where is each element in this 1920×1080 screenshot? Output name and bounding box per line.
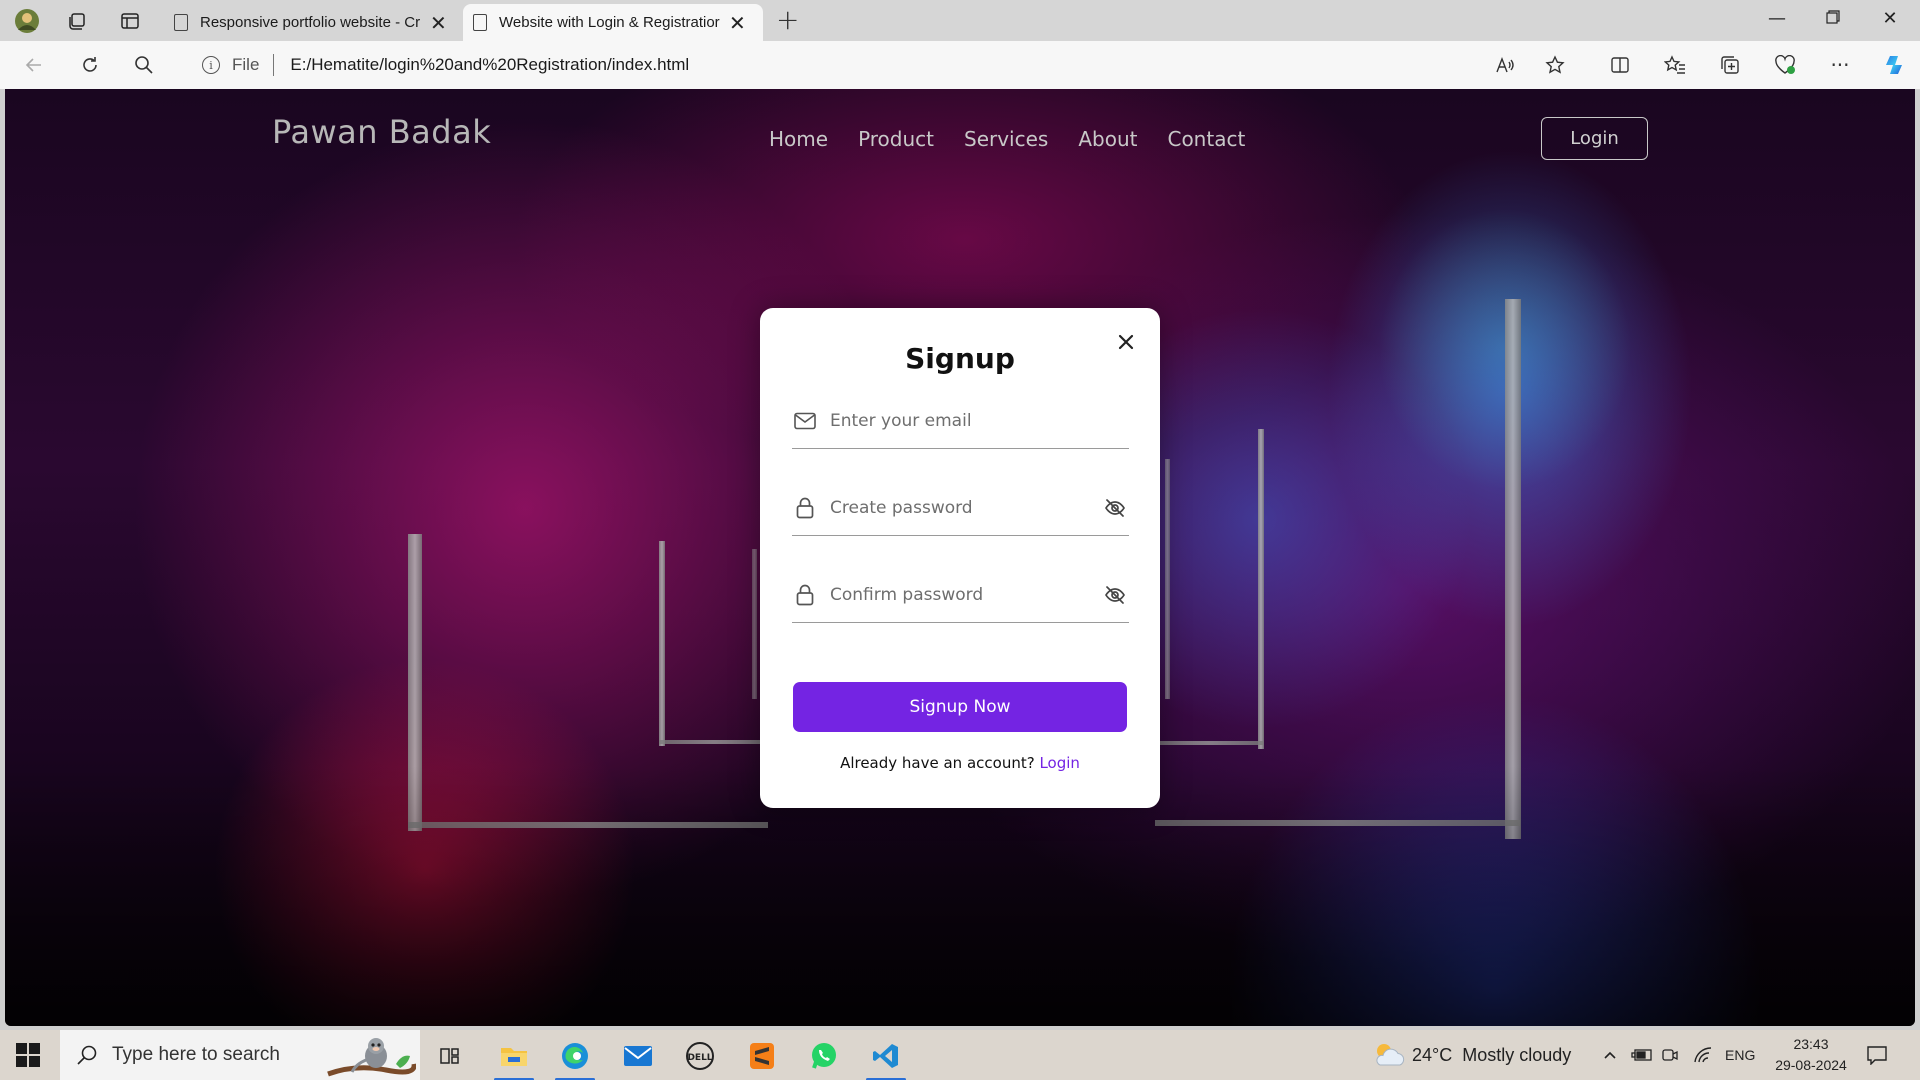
nav-link-home[interactable]: Home: [769, 127, 828, 151]
search-placeholder: Type here to search: [112, 1044, 280, 1065]
eye-slash-icon[interactable]: [1103, 583, 1127, 607]
nav-link-contact[interactable]: Contact: [1167, 127, 1245, 151]
show-hidden-icons[interactable]: [1602, 1030, 1618, 1080]
close-tab-icon[interactable]: ✕: [729, 11, 746, 35]
minimize-button[interactable]: —: [1757, 8, 1797, 29]
meet-now-icon[interactable]: [1661, 1030, 1679, 1080]
system-clock[interactable]: 23:43 29-08-2024: [1768, 1034, 1854, 1076]
dell-icon[interactable]: DELL: [676, 1035, 724, 1077]
lock-icon: [794, 497, 816, 519]
tab-login-registration[interactable]: Website with Login & Registratior ✕: [463, 4, 763, 41]
weather-condition: Mostly cloudy: [1462, 1044, 1572, 1065]
password-field: [792, 480, 1129, 536]
switch-to-login-link[interactable]: Login: [1039, 754, 1079, 772]
login-prompt: Already have an account? Login: [760, 754, 1160, 772]
sublime-text-icon[interactable]: [738, 1035, 786, 1077]
address-toolbar: i File E:/Hematite/login%20and%20Registr…: [0, 41, 1920, 89]
signup-now-button[interactable]: Signup Now: [793, 682, 1127, 732]
lock-icon: [794, 584, 816, 606]
browser-tab-bar: Responsive portfolio website - Cr ✕ Webs…: [0, 0, 1920, 41]
nav-link-about[interactable]: About: [1078, 127, 1137, 151]
page-viewport: Pawan Badak Home Product Services About …: [5, 89, 1915, 1026]
windows-start-icon[interactable]: [16, 1043, 40, 1067]
svg-text:DELL: DELL: [687, 1053, 712, 1063]
tab-title: Website with Login & Registratior: [499, 14, 720, 31]
task-view-icon[interactable]: [426, 1035, 474, 1077]
close-tab-icon[interactable]: ✕: [430, 11, 447, 35]
back-icon[interactable]: [20, 51, 48, 79]
notifications-icon[interactable]: [1866, 1030, 1888, 1080]
close-window-button[interactable]: ✕: [1870, 8, 1910, 29]
clock-time: 23:43: [1793, 1036, 1829, 1052]
site-nav: Home Product Services About Contact: [769, 127, 1275, 151]
battery-icon[interactable]: [1631, 1030, 1653, 1080]
envelope-icon: [794, 410, 816, 432]
confirm-password-field: [792, 567, 1129, 623]
search-icon: [77, 1045, 97, 1065]
site-info-icon[interactable]: i: [202, 56, 220, 74]
vscode-icon[interactable]: [862, 1035, 910, 1080]
mail-icon[interactable]: [614, 1035, 662, 1077]
create-password-input[interactable]: [830, 497, 1103, 518]
file-explorer-icon[interactable]: [490, 1035, 538, 1080]
whatsapp-icon[interactable]: [800, 1035, 848, 1077]
read-aloud-icon[interactable]: [1490, 51, 1520, 79]
search-icon[interactable]: [130, 51, 158, 79]
url-text[interactable]: E:/Hematite/login%20and%20Registration/i…: [290, 55, 689, 75]
page-icon: [174, 14, 188, 31]
close-modal-button[interactable]: [1112, 328, 1140, 356]
header-login-button[interactable]: Login: [1541, 117, 1648, 160]
confirm-password-input[interactable]: [830, 584, 1103, 605]
site-logo[interactable]: Pawan Badak: [272, 113, 491, 151]
partly-cloudy-icon: [1376, 1044, 1405, 1066]
collections-icon[interactable]: [1715, 51, 1745, 79]
page-icon: [473, 14, 487, 31]
search-highlight-illustration: [327, 1038, 416, 1077]
favorite-star-icon[interactable]: [1540, 51, 1570, 79]
copilot-icon[interactable]: [1880, 51, 1910, 79]
address-bar[interactable]: i File E:/Hematite/login%20and%20Registr…: [182, 46, 1582, 84]
divider: [273, 54, 275, 76]
clock-date: 29-08-2024: [1775, 1057, 1847, 1073]
restore-button[interactable]: [1813, 8, 1853, 29]
favorites-icon[interactable]: [1660, 51, 1690, 79]
email-field: [792, 393, 1129, 449]
profile-avatar-icon[interactable]: [14, 8, 40, 34]
windows-taskbar: Type here to search DELL 24°C Mostly clo…: [0, 1030, 1920, 1080]
signup-modal: Signup Si: [760, 308, 1160, 808]
wifi-icon[interactable]: [1693, 1030, 1713, 1080]
close-icon: [1118, 334, 1134, 350]
edge-browser-icon[interactable]: [551, 1035, 599, 1080]
tab-actions-icon[interactable]: [117, 8, 143, 34]
email-input[interactable]: [830, 410, 1129, 431]
tab-portfolio[interactable]: Responsive portfolio website - Cr ✕: [164, 4, 460, 41]
refresh-icon[interactable]: [76, 51, 104, 79]
eye-slash-icon[interactable]: [1103, 496, 1127, 520]
more-options-icon[interactable]: ···: [1825, 51, 1855, 79]
split-screen-icon[interactable]: [1605, 51, 1635, 79]
site-header: Pawan Badak Home Product Services About …: [5, 89, 1915, 179]
weather-temp: 24°C: [1412, 1044, 1453, 1065]
nav-link-product[interactable]: Product: [858, 127, 934, 151]
weather-widget[interactable]: 24°C Mostly cloudy: [1372, 1030, 1571, 1080]
workspaces-icon[interactable]: [64, 8, 90, 34]
browser-essentials-icon[interactable]: [1770, 51, 1800, 79]
scheme-label: File: [232, 55, 260, 74]
modal-title: Signup: [905, 342, 1015, 375]
taskbar-search[interactable]: Type here to search: [60, 1030, 420, 1080]
nav-link-services[interactable]: Services: [964, 127, 1048, 151]
tab-title: Responsive portfolio website - Cr: [200, 14, 421, 31]
chevron-up-icon: [1604, 1051, 1616, 1059]
new-tab-button[interactable]: +: [776, 4, 799, 36]
login-prompt-text: Already have an account?: [840, 754, 1035, 772]
language-indicator[interactable]: ENG: [1725, 1030, 1755, 1080]
